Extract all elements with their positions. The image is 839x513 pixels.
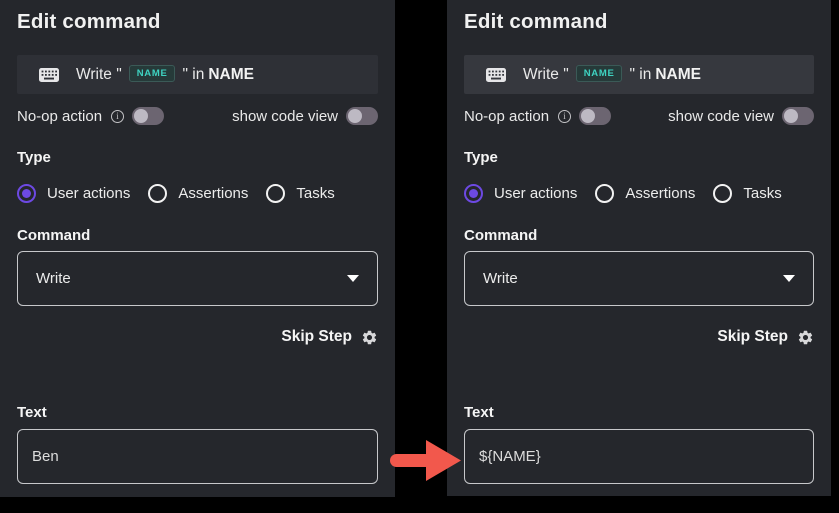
toggle-knob (581, 109, 595, 123)
skip-step-button[interactable]: Skip Step (281, 328, 352, 346)
info-icon[interactable]: i (111, 110, 124, 123)
command-label: Command (17, 226, 378, 246)
code-view-label: show code view (232, 108, 338, 125)
radio-unselected-icon[interactable] (713, 184, 732, 203)
arrow-right-icon (388, 436, 464, 484)
gear-icon[interactable] (361, 329, 378, 346)
command-dropdown-value: Write (483, 270, 518, 287)
radio-label: Tasks (296, 185, 334, 202)
toggle-knob (134, 109, 148, 123)
noop-action-toggle[interactable] (579, 107, 611, 125)
keyboard-icon (39, 68, 59, 82)
radio-selected-icon[interactable] (17, 184, 36, 203)
radio-label: Tasks (743, 185, 781, 202)
code-view-group: show code view (232, 107, 378, 125)
chevron-down-icon (347, 275, 359, 282)
radio-unselected-icon[interactable] (266, 184, 285, 203)
command-dropdown[interactable]: Write (17, 251, 378, 306)
info-icon[interactable]: i (558, 110, 571, 123)
noop-action-toggle[interactable] (132, 107, 164, 125)
command-target: NAME (655, 66, 701, 84)
noop-action-group: No-op action i (17, 107, 164, 125)
radio-label: User actions (494, 185, 577, 202)
text-input[interactable] (17, 429, 378, 484)
gear-icon[interactable] (797, 329, 814, 346)
code-view-label: show code view (668, 108, 774, 125)
variable-badge: NAME (129, 65, 176, 83)
radio-unselected-icon[interactable] (148, 184, 167, 203)
type-radio-group: User actions Assertions Tasks (17, 183, 378, 204)
command-text-middle: " in (182, 66, 204, 84)
radio-assertions[interactable]: Assertions (148, 184, 248, 203)
page-title: Edit command (464, 8, 814, 36)
type-label: Type (17, 148, 378, 168)
radio-tasks[interactable]: Tasks (713, 184, 781, 203)
radio-unselected-icon[interactable] (595, 184, 614, 203)
radio-user-actions[interactable]: User actions (17, 184, 130, 203)
toggles-row: No-op action i show code view (17, 106, 378, 126)
code-view-toggle[interactable] (346, 107, 378, 125)
radio-label: Assertions (625, 185, 695, 202)
edit-command-panel-before: Edit command Write "NAME" inNAME No-op a… (0, 0, 395, 497)
toggle-knob (348, 109, 362, 123)
type-radio-group: User actions Assertions Tasks (464, 183, 814, 204)
radio-assertions[interactable]: Assertions (595, 184, 695, 203)
variable-badge: NAME (576, 65, 623, 83)
code-view-toggle[interactable] (782, 107, 814, 125)
command-summary-bar: Write "NAME" inNAME (17, 55, 378, 94)
toggle-knob (784, 109, 798, 123)
command-dropdown[interactable]: Write (464, 251, 814, 306)
type-label: Type (464, 148, 814, 168)
chevron-down-icon (783, 275, 795, 282)
skip-step-button[interactable]: Skip Step (717, 328, 788, 346)
text-label: Text (17, 403, 378, 423)
radio-user-actions[interactable]: User actions (464, 184, 577, 203)
edit-command-panel-after: Edit command Write "NAME" inNAME No-op a… (447, 0, 831, 496)
noop-action-label: No-op action (464, 108, 549, 125)
radio-selected-icon[interactable] (464, 184, 483, 203)
noop-action-group: No-op action i (464, 107, 611, 125)
keyboard-icon (486, 68, 506, 82)
skip-step-row: Skip Step (464, 326, 814, 348)
text-label: Text (464, 403, 814, 423)
command-target: NAME (208, 66, 254, 84)
page-title: Edit command (17, 8, 378, 36)
toggles-row: No-op action i show code view (464, 106, 814, 126)
skip-step-row: Skip Step (17, 326, 378, 348)
command-summary-bar: Write "NAME" inNAME (464, 55, 814, 94)
text-input[interactable] (464, 429, 814, 484)
command-label: Command (464, 226, 814, 246)
command-dropdown-value: Write (36, 270, 71, 287)
radio-label: User actions (47, 185, 130, 202)
radio-label: Assertions (178, 185, 248, 202)
command-text-prefix: Write " (523, 66, 569, 84)
command-text-prefix: Write " (76, 66, 122, 84)
radio-tasks[interactable]: Tasks (266, 184, 334, 203)
noop-action-label: No-op action (17, 108, 102, 125)
command-text-middle: " in (629, 66, 651, 84)
code-view-group: show code view (668, 107, 814, 125)
